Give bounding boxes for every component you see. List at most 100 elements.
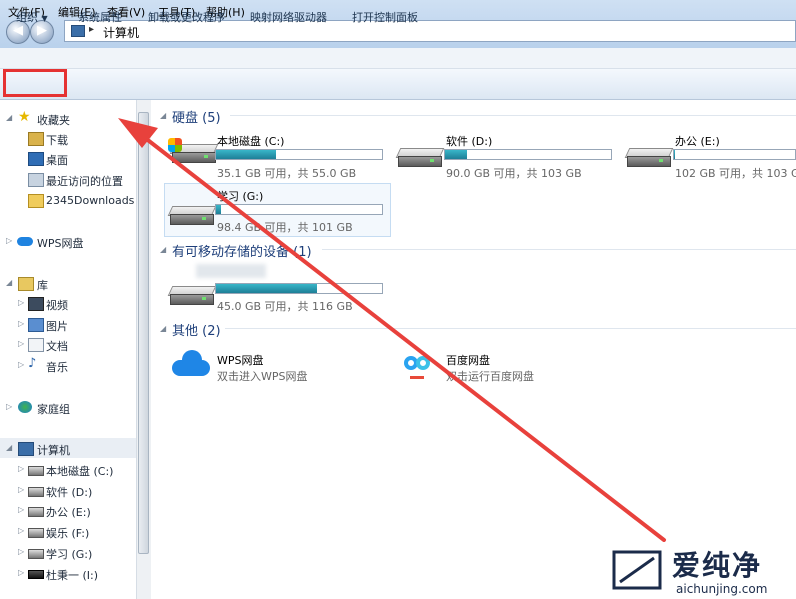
baidu-name[interactable]: 百度网盘	[446, 352, 490, 368]
expand-icon[interactable]: ◢	[6, 278, 12, 287]
nav-label: 最近访问的位置	[46, 175, 123, 188]
expand-icon[interactable]: ◢	[6, 113, 12, 122]
nav-computer[interactable]: ◢ 计算机	[0, 438, 136, 458]
nav-item-documents[interactable]: ▷ 文档	[0, 334, 136, 354]
group-header-other[interactable]: 其他 (2)	[172, 320, 221, 339]
wps-name[interactable]: WPS网盘	[217, 352, 264, 368]
nav-label: 库	[37, 279, 48, 292]
drive-info: 90.0 GB 可用，共 103 GB	[446, 167, 582, 180]
drive-name: 软件 (D:)	[446, 135, 493, 148]
drive-name: 本地磁盘 (C:)	[217, 135, 285, 148]
computer-icon	[71, 25, 85, 37]
nav-label: 音乐	[46, 361, 68, 374]
group-collapse-icon[interactable]: ◢	[160, 324, 166, 333]
drive-info: 45.0 GB 可用，共 116 GB	[217, 300, 353, 313]
collapse-icon[interactable]: ▷	[18, 568, 24, 577]
collapse-icon[interactable]: ▷	[18, 339, 24, 348]
hard-drive-icon[interactable]	[624, 148, 674, 168]
nav-label: 办公 (E:)	[46, 506, 91, 519]
nav-drive-d[interactable]: ▷ 软件 (D:)	[0, 480, 136, 500]
nav-label: 家庭组	[37, 403, 70, 416]
nav-label: 文档	[46, 340, 68, 353]
address-path[interactable]: 计算机	[103, 24, 139, 41]
map-network-drive-button[interactable]: 映射网络驱动器	[250, 9, 327, 25]
drive-name: 办公 (E:)	[675, 135, 720, 148]
nav-drive-i[interactable]: ▷ 杜秉一 (I:)	[0, 563, 136, 583]
group-header-removable[interactable]: 有可移动存储的设备 (1)	[172, 241, 312, 260]
collapse-icon[interactable]: ▷	[18, 464, 24, 473]
computer-icon	[18, 442, 34, 456]
usb-drive-icon	[28, 570, 44, 579]
nav-label: 图片	[46, 320, 68, 333]
organize-button[interactable]: 组织 ▼	[16, 9, 48, 25]
nav-label: 学习 (G:)	[46, 548, 93, 561]
group-collapse-icon[interactable]: ◢	[160, 245, 166, 254]
group-divider	[225, 328, 796, 329]
hard-drive-icon[interactable]	[395, 148, 445, 168]
collapse-icon[interactable]: ▷	[18, 485, 24, 494]
homegroup-icon	[18, 401, 32, 413]
system-properties-button[interactable]: 系统属性	[78, 9, 122, 25]
scrollbar-thumb[interactable]	[138, 112, 149, 554]
collapse-icon[interactable]: ▷	[18, 505, 24, 514]
open-control-panel-button[interactable]: 打开控制面板	[352, 9, 418, 25]
nav-item-downloads[interactable]: 下载	[0, 128, 136, 148]
nav-drive-e[interactable]: ▷ 办公 (E:)	[0, 500, 136, 520]
collapse-icon[interactable]: ▷	[18, 526, 24, 535]
highlight-box	[3, 69, 67, 97]
desktop-icon	[28, 152, 44, 166]
wps-cloud-icon[interactable]	[172, 350, 210, 378]
nav-favorites[interactable]: ◢ ★ 收藏夹	[0, 108, 136, 128]
windows-logo-icon	[168, 138, 182, 152]
nav-label: 2345Downloads	[46, 194, 135, 207]
collapse-icon[interactable]: ▷	[6, 236, 12, 245]
breadcrumb-chevron-icon[interactable]: ▸	[89, 24, 94, 35]
nav-drive-f[interactable]: ▷ 娱乐 (F:)	[0, 521, 136, 541]
baidu-netdisk-icon[interactable]	[402, 350, 438, 386]
command-bar	[0, 69, 796, 100]
expand-icon[interactable]: ◢	[6, 443, 12, 452]
nav-item-2345downloads[interactable]: 2345Downloads	[0, 190, 136, 210]
nav-wps[interactable]: ▷ WPS网盘	[0, 231, 136, 251]
nav-drive-g[interactable]: ▷ 学习 (G:)	[0, 542, 136, 562]
watermark-logo-icon	[612, 550, 662, 590]
collapse-icon[interactable]: ▷	[18, 547, 24, 556]
nav-label: WPS网盘	[37, 237, 84, 250]
drive-name: 学习 (G:)	[217, 190, 264, 203]
collapse-icon[interactable]: ▷	[18, 298, 24, 307]
nav-label: 下载	[46, 134, 68, 147]
removable-drive-icon[interactable]	[167, 286, 217, 306]
nav-item-music[interactable]: ▷ ♪ 音乐	[0, 355, 136, 375]
hard-drive-icon[interactable]	[167, 206, 217, 226]
drive-icon	[28, 466, 44, 476]
nav-label: 视频	[46, 299, 68, 312]
drive-icon	[28, 507, 44, 517]
nav-library[interactable]: ◢ 库	[0, 273, 136, 293]
nav-label: 本地磁盘 (C:)	[46, 465, 114, 478]
capacity-fill	[674, 150, 676, 159]
nav-label: 娱乐 (F:)	[46, 527, 90, 540]
group-divider	[230, 115, 796, 116]
drive-icon	[28, 549, 44, 559]
group-header-hdd[interactable]: 硬盘 (5)	[172, 107, 221, 126]
star-icon: ★	[18, 109, 31, 125]
group-collapse-icon[interactable]: ◢	[160, 111, 166, 120]
collapse-icon[interactable]: ▷	[18, 319, 24, 328]
nav-item-desktop[interactable]: 桌面	[0, 148, 136, 168]
drive-icon	[28, 528, 44, 538]
forward-arrow-icon: ▶	[37, 23, 47, 38]
cloud-icon	[17, 237, 33, 246]
collapse-icon[interactable]: ▷	[18, 360, 24, 369]
nav-item-videos[interactable]: ▷ 视频	[0, 293, 136, 313]
nav-item-recent[interactable]: 最近访问的位置	[0, 169, 136, 189]
nav-label: 收藏夹	[37, 114, 70, 127]
nav-homegroup[interactable]: ▷ 家庭组	[0, 397, 136, 417]
nav-item-pictures[interactable]: ▷ 图片	[0, 314, 136, 334]
wps-desc: 双击进入WPS网盘	[217, 370, 308, 383]
blurred-label	[196, 264, 266, 278]
nav-drive-c[interactable]: ▷ 本地磁盘 (C:)	[0, 459, 136, 479]
uninstall-program-button[interactable]: 卸载或更改程序	[148, 9, 225, 25]
capacity-fill	[216, 284, 318, 293]
dropdown-arrow-icon: ▼	[41, 14, 48, 23]
collapse-icon[interactable]: ▷	[6, 402, 12, 411]
